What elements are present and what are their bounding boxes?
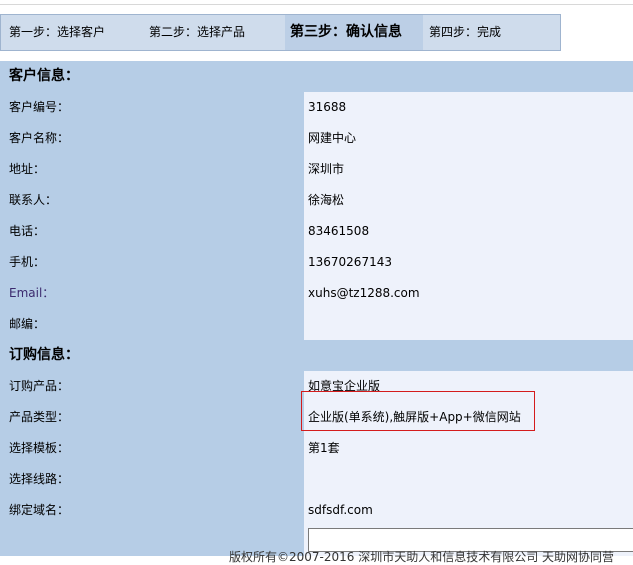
confirmation-panel: 客户信息： 客户编号： 31688 客户名称： 网建中心 地址： 深圳市 联系人…: [0, 61, 633, 556]
customer-name-row: 客户名称： 网建中心: [0, 123, 633, 154]
postcode-label: 邮编：: [0, 309, 304, 340]
address-row: 地址： 深圳市: [0, 154, 633, 185]
domain-label: 绑定域名：: [0, 495, 304, 526]
customer-id-label: 客户编号：: [0, 92, 304, 123]
mobile-value: 13670267143: [304, 247, 633, 278]
template-label: 选择模板：: [0, 433, 304, 464]
phone-row: 电话： 83461508: [0, 216, 633, 247]
customer-info-header: 客户信息：: [0, 61, 633, 92]
template-value: 第1套: [304, 433, 633, 464]
top-divider: [0, 4, 633, 5]
line-row: 选择线路：: [0, 464, 633, 495]
contact-value: 徐海松: [304, 185, 633, 216]
product-type-label: 产品类型：: [0, 402, 304, 433]
postcode-value: [304, 309, 633, 340]
address-value: 深圳市: [304, 154, 633, 185]
step-1: 第一步：选择客户: [9, 25, 106, 39]
template-row: 选择模板： 第1套: [0, 433, 633, 464]
postcode-row: 邮编：: [0, 309, 633, 340]
email-value: xuhs@tz1288.com: [304, 278, 633, 309]
address-label: 地址：: [0, 154, 304, 185]
email-label: Email：: [0, 278, 304, 309]
mobile-row: 手机： 13670267143: [0, 247, 633, 278]
step-3-current: 第三步：确认信息: [285, 15, 423, 50]
step-progress-bar: 第一步：选择客户 第二步：选择产品 第三步：确认信息 第四步：完成: [0, 14, 561, 51]
contact-row: 联系人： 徐海松: [0, 185, 633, 216]
email-row: Email： xuhs@tz1288.com: [0, 278, 633, 309]
footer-copyright: 版权所有©2007-2016 深圳市天助人和信息技术有限公司 天助网协同营: [229, 550, 615, 564]
mobile-label: 手机：: [0, 247, 304, 278]
customer-id-value: 31688: [304, 92, 633, 123]
product-type-highlight-box: [301, 391, 535, 431]
order-info-header: 订购信息：: [0, 340, 633, 371]
product-label: 订购产品：: [0, 371, 304, 402]
line-label: 选择线路：: [0, 464, 304, 495]
customer-name-label: 客户名称：: [0, 123, 304, 154]
phone-label: 电话：: [0, 216, 304, 247]
domain-value: sdfsdf.com: [304, 495, 633, 526]
step-4: 第四步：完成: [429, 25, 502, 39]
customer-id-row: 客户编号： 31688: [0, 92, 633, 123]
customer-name-value: 网建中心: [304, 123, 633, 154]
step-2: 第二步：选择产品: [149, 25, 246, 39]
domain-row: 绑定域名： sdfsdf.com: [0, 495, 633, 526]
phone-value: 83461508: [304, 216, 633, 247]
line-value: [304, 464, 633, 495]
contact-label: 联系人：: [0, 185, 304, 216]
